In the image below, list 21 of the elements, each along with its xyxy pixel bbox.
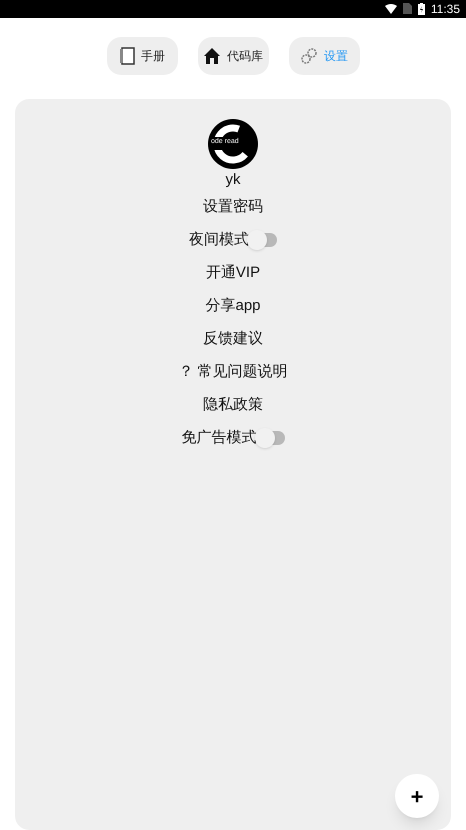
house-icon <box>203 46 221 65</box>
menu-item[interactable]: 开通VIP <box>206 262 260 285</box>
gears-icon <box>300 46 318 65</box>
menu-item[interactable]: 夜间模式 <box>189 229 249 252</box>
nav-tab[interactable]: 手册 <box>106 36 178 75</box>
menu-item[interactable]: 反馈建议 <box>203 328 263 351</box>
no-sim-icon <box>402 3 412 14</box>
menu-item[interactable]: 免广告模式 <box>182 427 256 450</box>
toggle-switch[interactable] <box>249 233 277 248</box>
clock-time: 11:35 <box>430 2 460 15</box>
nav-tab[interactable]: 代码库 <box>198 36 268 75</box>
menu-item[interactable]: 隐私政策 <box>203 394 263 417</box>
menu-item[interactable]: 设置密码 <box>203 196 263 219</box>
notebook-icon <box>119 46 135 65</box>
wifi-icon <box>384 4 397 14</box>
menu-item[interactable]: ？ 常见问题说明 <box>178 361 288 384</box>
battery-icon <box>418 2 425 15</box>
add-button[interactable]: + <box>395 774 439 818</box>
toggle-switch[interactable] <box>256 431 284 446</box>
user-name: yk <box>226 170 240 190</box>
menu-item[interactable]: 分享app <box>205 295 261 318</box>
